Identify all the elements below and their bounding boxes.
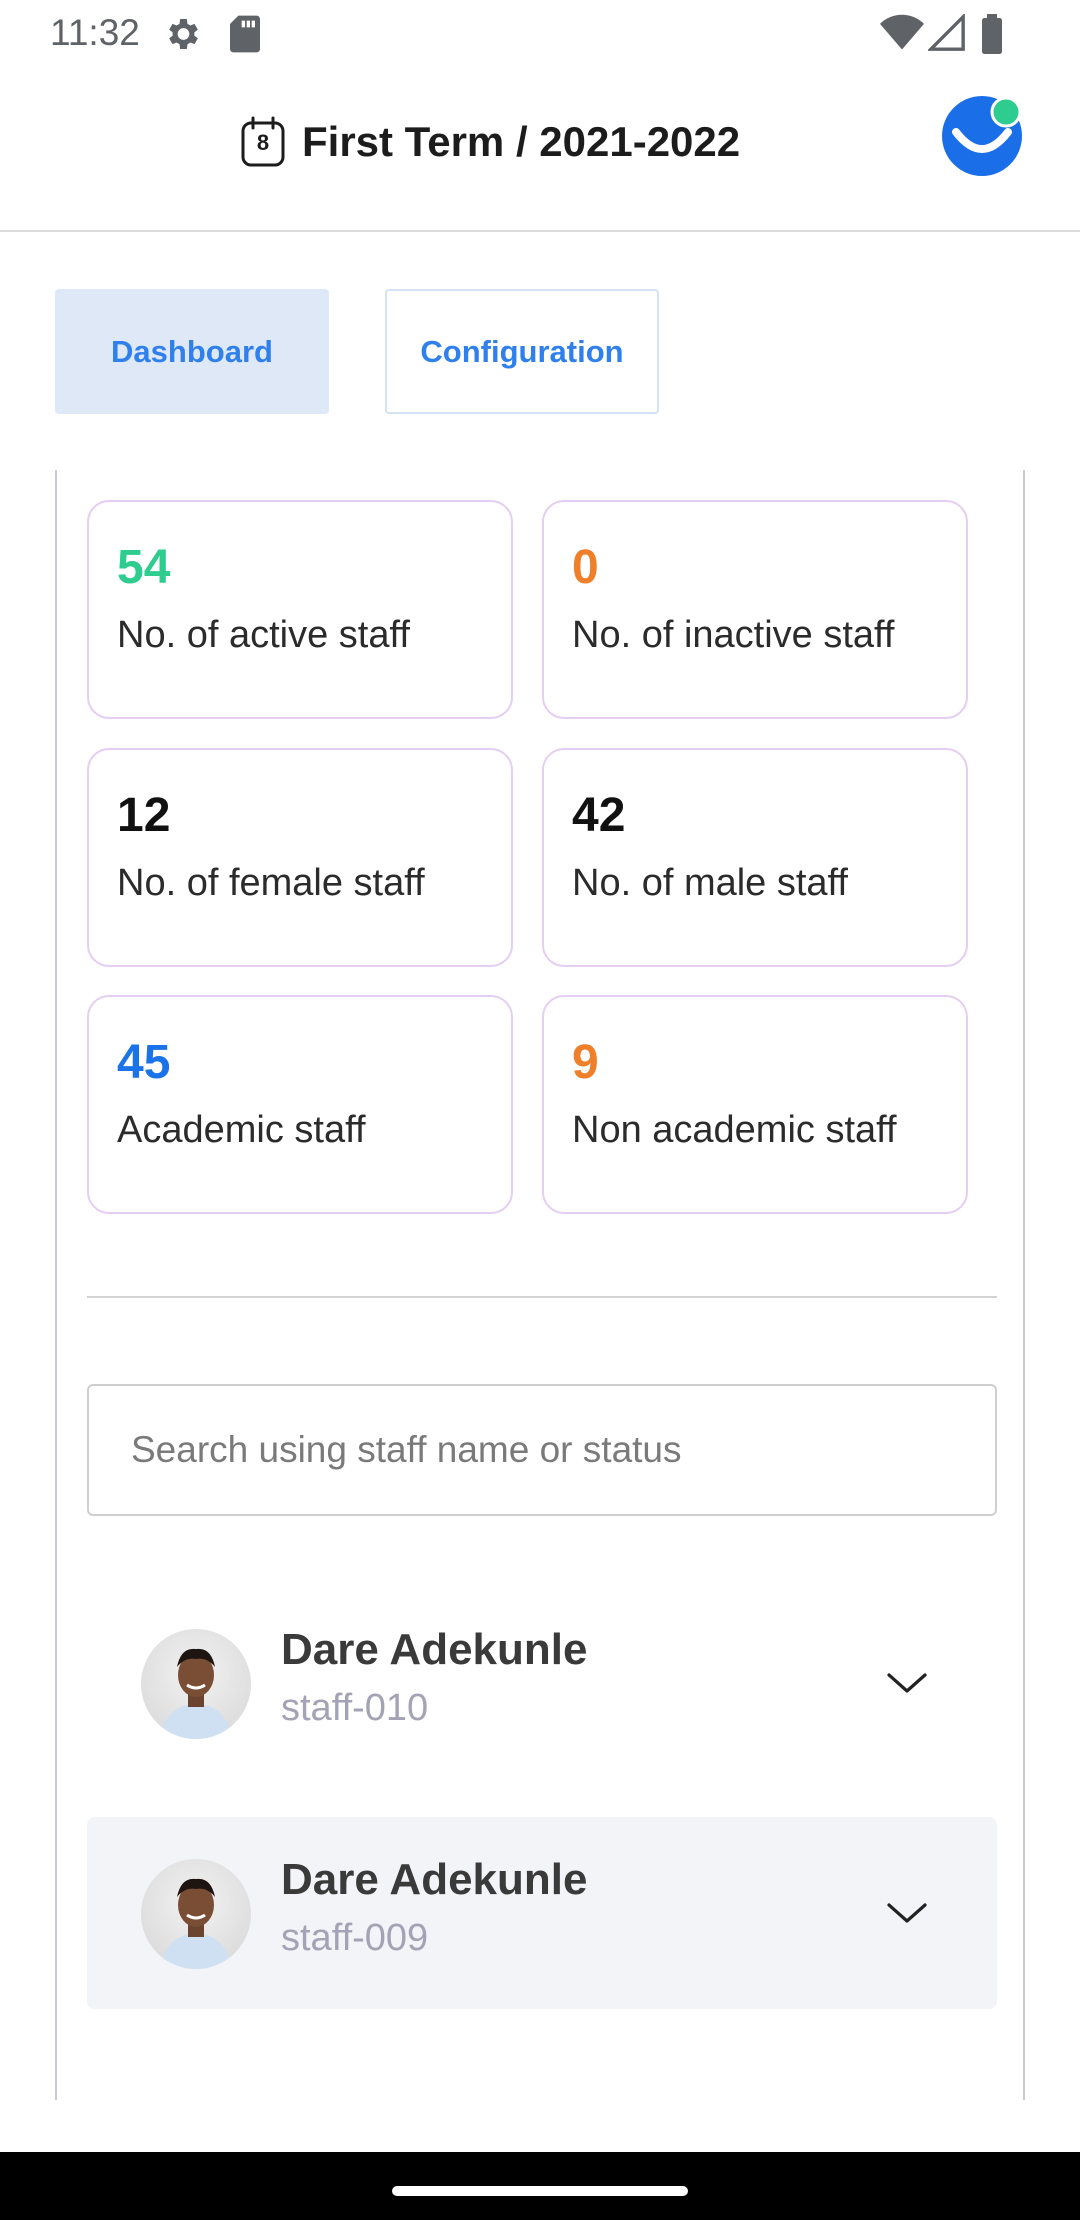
battery-icon	[980, 14, 1004, 59]
stat-label: Non academic staff	[572, 1109, 897, 1151]
staff-avatar	[141, 1629, 251, 1739]
stat-label: No. of inactive staff	[572, 614, 895, 656]
settings-icon	[162, 14, 202, 59]
stat-card-non-academic-staff: 9 Non academic staff	[542, 995, 968, 1214]
stat-card-academic-staff: 45 Academic staff	[87, 995, 513, 1214]
status-bar: 11:32	[0, 0, 1080, 66]
stat-value: 0	[572, 541, 599, 594]
stat-card-female-staff: 12 No. of female staff	[87, 748, 513, 967]
staff-search-input[interactable]	[87, 1384, 997, 1516]
term-title: First Term / 2021-2022	[302, 118, 741, 165]
staff-name: Dare Adekunle	[281, 1855, 588, 1904]
profile-logo-button[interactable]	[940, 92, 1026, 178]
stat-label: No. of male staff	[572, 862, 848, 904]
stat-value: 45	[117, 1036, 171, 1089]
system-nav-bar	[0, 2152, 1080, 2220]
stat-label: Academic staff	[117, 1109, 366, 1151]
stat-label: No. of active staff	[117, 614, 410, 656]
stat-value: 42	[572, 789, 626, 842]
stat-card-male-staff: 42 No. of male staff	[542, 748, 968, 967]
page: 11:32 8 First Term / 2021-2022 Dashboard…	[0, 0, 1080, 2220]
stat-card-active-staff: 54 No. of active staff	[87, 500, 513, 719]
home-gesture-handle[interactable]	[392, 2186, 688, 2196]
stat-value: 12	[117, 789, 171, 842]
tab-dashboard[interactable]: Dashboard	[55, 289, 329, 414]
app-header: 8 First Term / 2021-2022	[0, 66, 1080, 232]
term-selector[interactable]: 8 First Term / 2021-2022	[240, 112, 740, 172]
tab-configuration[interactable]: Configuration	[385, 289, 659, 414]
status-time: 11:32	[50, 12, 140, 53]
calendar-icon: 8	[240, 116, 286, 168]
staff-name: Dare Adekunle	[281, 1625, 588, 1674]
stat-label: No. of female staff	[117, 862, 425, 904]
divider	[87, 1296, 997, 1298]
chevron-down-icon[interactable]	[877, 1887, 937, 1937]
staff-id: staff-009	[281, 1917, 429, 1959]
staff-list-item[interactable]: Dare Adekunle staff-009	[87, 1817, 997, 2009]
stat-value: 9	[572, 1036, 599, 1089]
chevron-down-icon[interactable]	[877, 1657, 937, 1707]
staff-avatar	[141, 1859, 251, 1969]
calendar-day: 8	[256, 130, 270, 155]
wifi-icon	[880, 14, 924, 57]
staff-list-item[interactable]: Dare Adekunle staff-010	[87, 1587, 997, 1779]
staff-id: staff-010	[281, 1687, 429, 1729]
sd-card-icon	[228, 14, 262, 59]
dashboard-panel: 54 No. of active staff 0 No. of inactive…	[55, 470, 1025, 2100]
stat-value: 54	[117, 541, 171, 594]
stat-card-inactive-staff: 0 No. of inactive staff	[542, 500, 968, 719]
signal-icon	[926, 12, 966, 57]
